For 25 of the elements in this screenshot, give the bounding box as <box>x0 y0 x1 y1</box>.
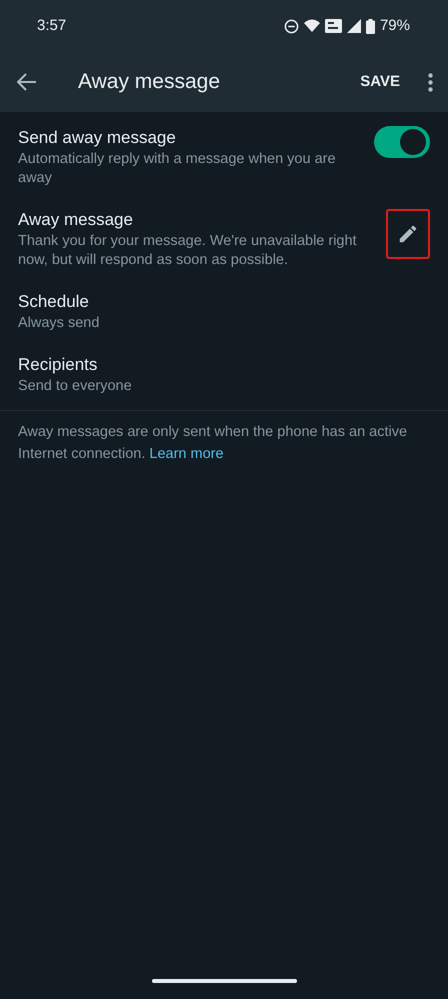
signal-icon <box>346 19 361 33</box>
setting-title: Send away message <box>18 127 177 149</box>
setting-description: Thank you for your message. We're unavailable right now, but will respond as soon as possible. <box>18 232 358 270</box>
volte-icon <box>324 19 342 33</box>
wifi-icon <box>304 19 320 33</box>
toggle-switch[interactable] <box>374 126 430 158</box>
back-arrow-icon <box>17 73 37 91</box>
setting-description: Always send <box>18 314 100 333</box>
setting-description: Automatically reply with a message when you are away <box>18 150 337 188</box>
do-not-disturb-icon <box>284 18 299 34</box>
learn-more-link[interactable]: Learn more <box>149 446 224 462</box>
save-button[interactable]: SAVE <box>356 70 404 94</box>
setting-title: Away message <box>18 209 134 231</box>
pencil-icon <box>397 223 419 245</box>
setting-title: Schedule <box>18 291 90 313</box>
setting-description: Send to everyone <box>18 377 133 396</box>
more-options-icon <box>428 72 432 92</box>
status-time: 3:57 <box>37 16 66 36</box>
more-options-button[interactable] <box>426 71 434 93</box>
setting-title: Recipients <box>18 354 98 376</box>
battery-percentage: 79% <box>380 16 410 36</box>
edit-button[interactable] <box>386 209 430 259</box>
page-title: Away message <box>78 69 220 96</box>
footer-note: Away messages are only sent when the phone has an active Internet connection. Learn more <box>17 423 408 464</box>
battery-icon <box>366 18 375 34</box>
